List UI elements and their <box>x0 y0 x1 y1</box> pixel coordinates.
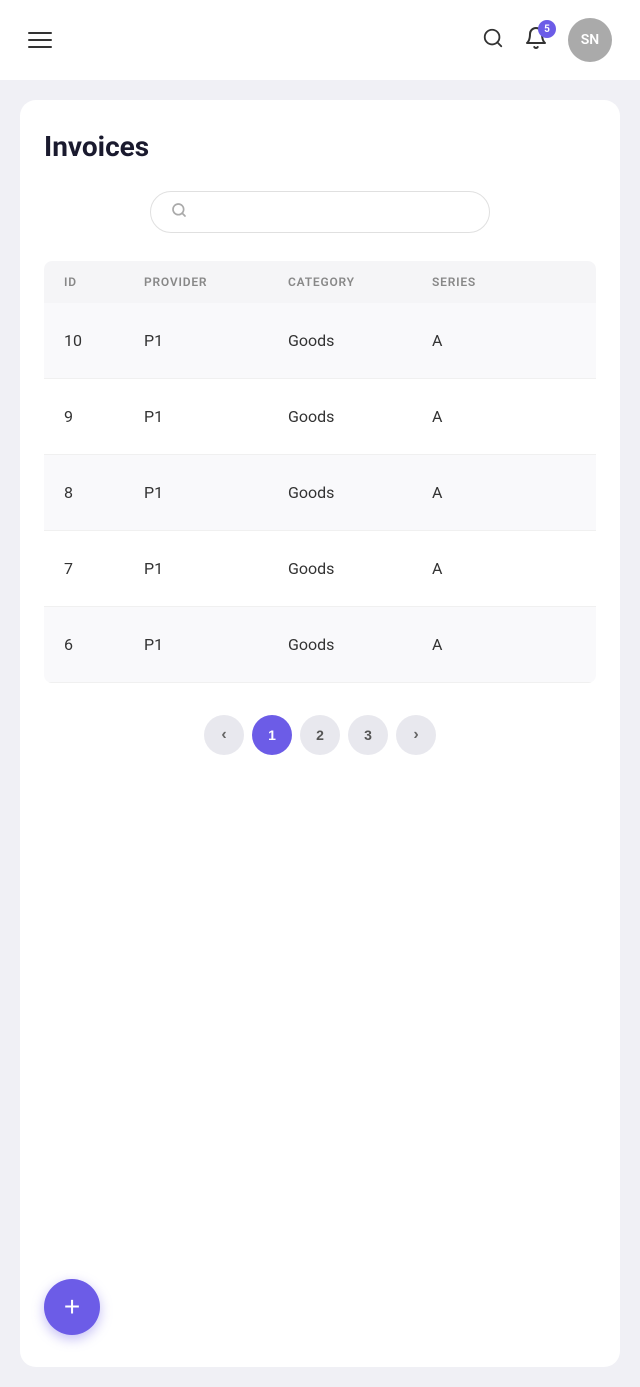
col-header-id: ID <box>64 275 144 289</box>
pagination-page-2[interactable]: 2 <box>300 715 340 755</box>
table-row[interactable]: 10 P1 Goods A <box>44 303 596 379</box>
avatar[interactable]: SN <box>568 18 612 62</box>
cell-provider: P1 <box>144 331 288 350</box>
table-row[interactable]: 9 P1 Goods A <box>44 379 596 455</box>
nav-left <box>28 32 52 48</box>
notification-badge: 5 <box>538 20 556 38</box>
table-row[interactable]: 8 P1 Goods A <box>44 455 596 531</box>
add-button[interactable]: + <box>44 1279 100 1335</box>
cell-provider: P1 <box>144 483 288 502</box>
cell-category: Goods <box>288 407 432 426</box>
col-header-series: SERIES <box>432 275 576 289</box>
invoices-table: ID PROVIDER CATEGORY SERIES 10 P1 Goods … <box>44 261 596 683</box>
table-header: ID PROVIDER CATEGORY SERIES <box>44 261 596 303</box>
cell-category: Goods <box>288 331 432 350</box>
search-icon[interactable] <box>482 27 504 54</box>
cell-id: 10 <box>64 331 144 350</box>
cell-series: A <box>432 559 576 578</box>
notification-button[interactable]: 5 <box>524 26 548 54</box>
cell-id: 8 <box>64 483 144 502</box>
search-input[interactable] <box>197 204 469 221</box>
cell-id: 7 <box>64 559 144 578</box>
cell-provider: P1 <box>144 407 288 426</box>
search-container <box>44 191 596 233</box>
menu-button[interactable] <box>28 32 52 48</box>
table-row[interactable]: 6 P1 Goods A <box>44 607 596 683</box>
pagination-page-3[interactable]: 3 <box>348 715 388 755</box>
cell-id: 6 <box>64 635 144 654</box>
nav-right: 5 SN <box>482 18 612 62</box>
pagination: ‹ 1 2 3 › <box>44 715 596 755</box>
col-header-provider: PROVIDER <box>144 275 288 289</box>
search-bar-icon <box>171 202 187 222</box>
pagination-prev[interactable]: ‹ <box>204 715 244 755</box>
pagination-page-1[interactable]: 1 <box>252 715 292 755</box>
table-row[interactable]: 7 P1 Goods A <box>44 531 596 607</box>
cell-provider: P1 <box>144 559 288 578</box>
cell-category: Goods <box>288 559 432 578</box>
cell-series: A <box>432 635 576 654</box>
navbar: 5 SN <box>0 0 640 80</box>
cell-category: Goods <box>288 483 432 502</box>
cell-series: A <box>432 331 576 350</box>
col-header-category: CATEGORY <box>288 275 432 289</box>
cell-series: A <box>432 407 576 426</box>
main-content: Invoices ID PROVIDER CATEGORY SERIES 10 … <box>20 100 620 1367</box>
cell-id: 9 <box>64 407 144 426</box>
cell-category: Goods <box>288 635 432 654</box>
pagination-next[interactable]: › <box>396 715 436 755</box>
search-bar <box>150 191 490 233</box>
cell-provider: P1 <box>144 635 288 654</box>
table-body: 10 P1 Goods A 9 P1 Goods A 8 P1 Goods A … <box>44 303 596 683</box>
cell-series: A <box>432 483 576 502</box>
page-title: Invoices <box>44 130 596 163</box>
